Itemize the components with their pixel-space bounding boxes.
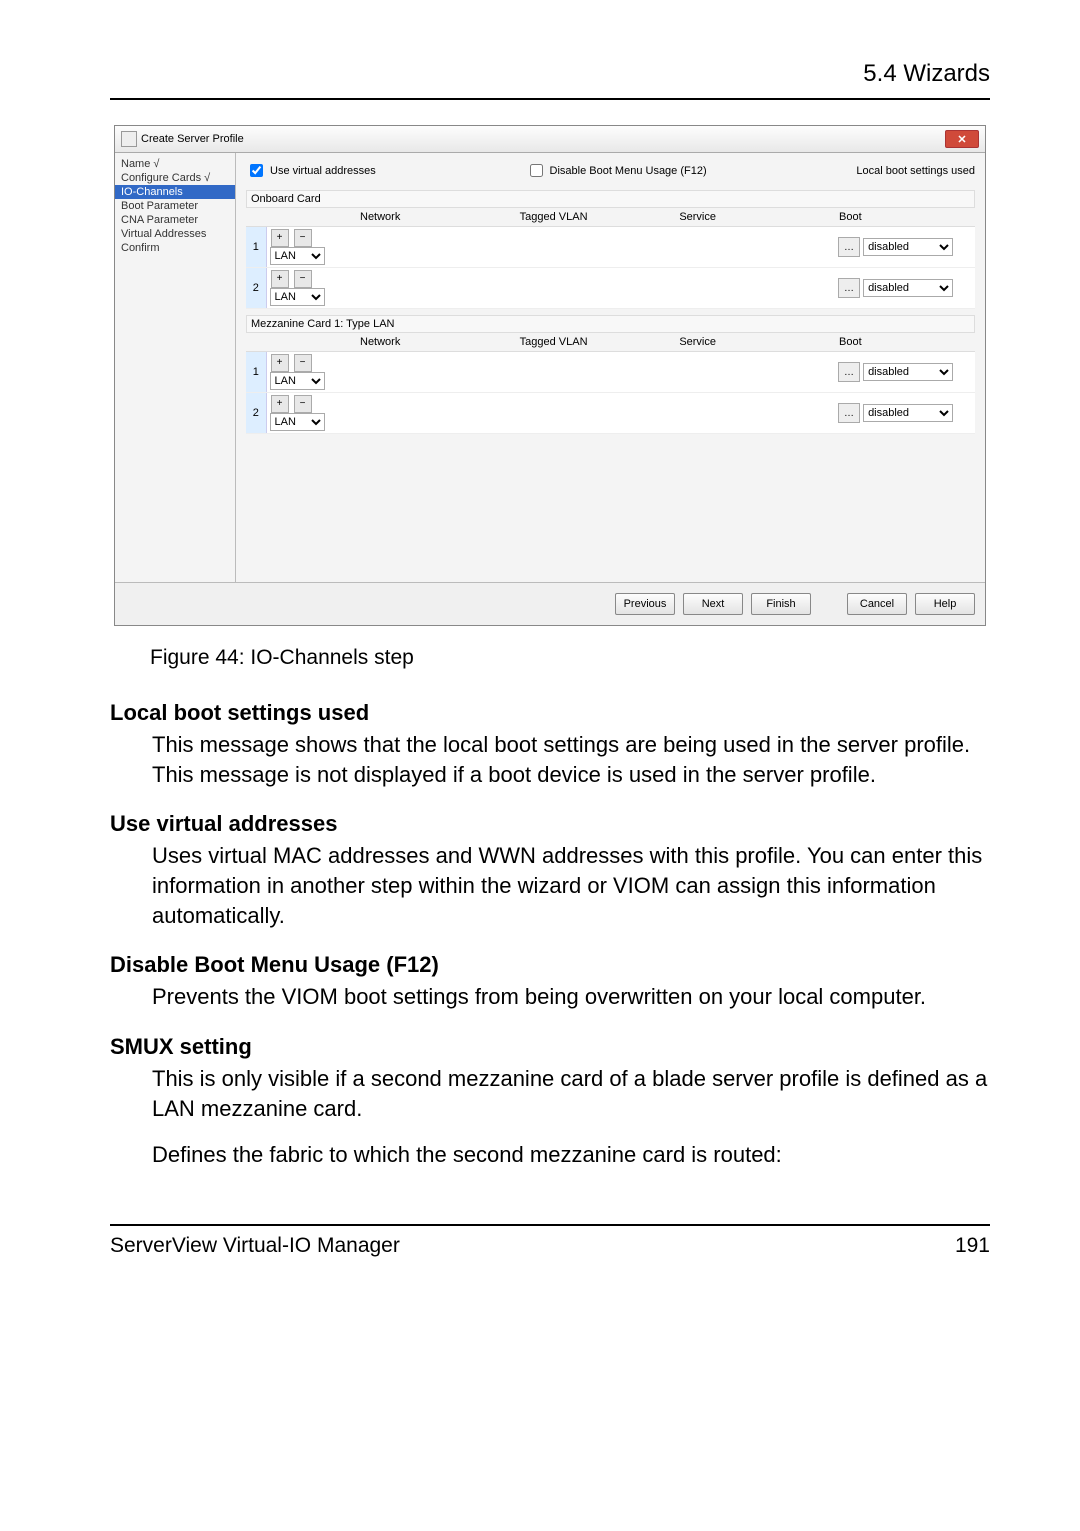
wizard-titlebar: Create Server Profile ✕ — [115, 126, 985, 153]
desc-smux-b: Defines the fabric to which the second m… — [152, 1140, 990, 1170]
mezz-table: Network Tagged VLAN Service Boot 1 + − L… — [246, 333, 975, 434]
header-rule — [110, 98, 990, 100]
desc-disable-boot: Prevents the VIOM boot settings from bei… — [152, 982, 990, 1012]
desc-local-boot: This message shows that the local boot s… — [152, 730, 990, 789]
col-boot: Boot — [835, 333, 975, 352]
browse-button[interactable]: … — [838, 237, 860, 257]
col-network: Network — [356, 333, 516, 352]
nav-io-channels[interactable]: IO-Channels — [115, 185, 235, 199]
col-service: Service — [675, 333, 835, 352]
add-icon[interactable]: + — [271, 354, 289, 372]
row-index: 1 — [246, 352, 266, 393]
section-heading: 5.4 Wizards — [110, 60, 990, 98]
nav-virtual-addresses[interactable]: Virtual Addresses — [115, 227, 235, 241]
table-row: 2 + − LAN … disabled — [246, 393, 975, 434]
figure-caption: Figure 44: IO-Channels step — [150, 646, 950, 670]
nav-boot-parameter[interactable]: Boot Parameter — [115, 199, 235, 213]
type-select[interactable]: LAN — [270, 413, 325, 431]
remove-icon[interactable]: − — [294, 270, 312, 288]
mezz-card-label: Mezzanine Card 1: Type LAN — [246, 315, 975, 333]
wizard-nav: Name √ Configure Cards √ IO-Channels Boo… — [115, 153, 236, 582]
wizard-buttons: Previous Next Finish Cancel Help — [115, 582, 985, 625]
finish-button[interactable]: Finish — [751, 593, 811, 615]
use-virtual-checkbox[interactable]: Use virtual addresses — [246, 161, 376, 180]
browse-button[interactable]: … — [838, 362, 860, 382]
nav-configure-cards[interactable]: Configure Cards √ — [115, 171, 235, 185]
onboard-card-label: Onboard Card — [246, 190, 975, 208]
boot-select[interactable]: disabled — [863, 404, 953, 422]
window-title: Create Server Profile — [141, 133, 244, 145]
footer-page: 191 — [955, 1234, 990, 1258]
desc-smux-a: This is only visible if a second mezzani… — [152, 1064, 990, 1123]
nav-name[interactable]: Name √ — [115, 157, 235, 171]
browse-button[interactable]: … — [838, 403, 860, 423]
footer-product: ServerView Virtual-IO Manager — [110, 1234, 400, 1258]
row-index: 2 — [246, 268, 266, 309]
disable-boot-label: Disable Boot Menu Usage (F12) — [550, 165, 707, 177]
wizard-window: Create Server Profile ✕ Name √ Configure… — [114, 125, 986, 626]
type-select[interactable]: LAN — [270, 372, 325, 390]
type-select[interactable]: LAN — [270, 247, 325, 265]
table-row: 1 + − LAN … disabled — [246, 227, 975, 268]
col-network: Network — [356, 208, 516, 227]
help-button[interactable]: Help — [915, 593, 975, 615]
col-boot: Boot — [835, 208, 975, 227]
next-button[interactable]: Next — [683, 593, 743, 615]
close-icon[interactable]: ✕ — [945, 130, 979, 148]
browse-button[interactable]: … — [838, 278, 860, 298]
nav-cna-parameter[interactable]: CNA Parameter — [115, 213, 235, 227]
term-local-boot: Local boot settings used — [110, 700, 990, 726]
term-use-virtual: Use virtual addresses — [110, 811, 990, 837]
cancel-button[interactable]: Cancel — [847, 593, 907, 615]
remove-icon[interactable]: − — [294, 229, 312, 247]
add-icon[interactable]: + — [271, 229, 289, 247]
table-row: 2 + − LAN … disabled — [246, 268, 975, 309]
boot-select[interactable]: disabled — [863, 279, 953, 297]
boot-select[interactable]: disabled — [863, 238, 953, 256]
window-icon — [121, 131, 137, 147]
use-virtual-label: Use virtual addresses — [270, 165, 376, 177]
type-select[interactable]: LAN — [270, 288, 325, 306]
disable-boot-input[interactable] — [530, 164, 543, 177]
previous-button[interactable]: Previous — [615, 593, 675, 615]
col-service: Service — [675, 208, 835, 227]
term-smux: SMUX setting — [110, 1034, 990, 1060]
col-tagged: Tagged VLAN — [516, 208, 676, 227]
table-row: 1 + − LAN … disabled — [246, 352, 975, 393]
row-index: 1 — [246, 227, 266, 268]
nav-confirm[interactable]: Confirm — [115, 241, 235, 255]
disable-boot-checkbox[interactable]: Disable Boot Menu Usage (F12) — [526, 161, 707, 180]
local-boot-used-label: Local boot settings used — [856, 165, 975, 177]
remove-icon[interactable]: − — [294, 395, 312, 413]
onboard-table: Network Tagged VLAN Service Boot 1 + − L… — [246, 208, 975, 309]
desc-use-virtual: Uses virtual MAC addresses and WWN addre… — [152, 841, 990, 930]
add-icon[interactable]: + — [271, 270, 289, 288]
boot-select[interactable]: disabled — [863, 363, 953, 381]
use-virtual-input[interactable] — [250, 164, 263, 177]
row-index: 2 — [246, 393, 266, 434]
col-tagged: Tagged VLAN — [516, 333, 676, 352]
term-disable-boot: Disable Boot Menu Usage (F12) — [110, 952, 990, 978]
add-icon[interactable]: + — [271, 395, 289, 413]
remove-icon[interactable]: − — [294, 354, 312, 372]
